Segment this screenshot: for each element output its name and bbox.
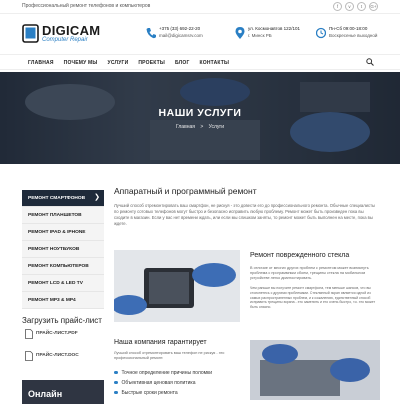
working-hours: Пн-Сб 09:00-18:00 [329,26,368,31]
price-list-heading: Загрузить прайс-лист [22,316,102,325]
computer-repair-image [250,340,380,400]
bullet-label: Точное определение причины поломки [121,370,213,376]
site-header: DIGICAM Computer Repair +375 (33) 692-22… [0,14,400,54]
location-pin-icon [235,27,245,39]
breadcrumb-home[interactable]: Главная [176,124,195,130]
sidebar-item-laptops[interactable]: РЕМОНТ НОУТБУКОВ [22,241,104,258]
nav-item-contacts[interactable]: КОНТАКТЫ [200,60,230,66]
section-intro: Лучший способ отремонтировать ваш смартф… [114,203,376,226]
bullet-icon [114,370,118,375]
price-list-doc-link[interactable]: ПРАЙС-ЛИСТ.DOC [22,349,104,363]
clock-icon [316,27,326,39]
file-label: ПРАЙС-ЛИСТ.PDF [36,331,78,336]
sidebar-item-label: РЕМОНТ НОУТБУКОВ [28,247,80,252]
sidebar-item-label: РЕМОНТ LCD & LED TV [28,281,83,286]
phone-repair-photo [114,250,240,322]
nav-item-home[interactable]: ГЛАВНАЯ [28,60,54,66]
nav-item-blog[interactable]: БЛОГ [175,60,190,66]
twitter-icon[interactable]: t [357,2,366,11]
logo-phone-icon [22,24,39,43]
sidebar-item-ipad-iphone[interactable]: РЕМОНТ IPAD & IPHONE [22,224,104,241]
sidebar-item-label: РЕМОНТ MP3 & MP4 [28,298,76,303]
day-off: Воскресенье выходной [329,33,378,38]
guarantee-bullet: Быстрые сроки ремонта [114,390,178,396]
phone-number[interactable]: +375 (33) 692-22-20 [159,26,200,31]
contact-hours: Пн-Сб 09:00-18:00 Воскресенье выходной [316,26,396,44]
sidebar-item-label: РЕМОНТ СМАРТФОНОВ [28,196,86,201]
file-label: ПРАЙС-ЛИСТ.DOC [36,353,79,358]
nav-item-why-us[interactable]: ПОЧЕМУ МЫ [64,60,98,66]
sidebar-item-label: РЕМОНТ КОМПЬЮТЕРОВ [28,264,89,269]
logo[interactable]: DIGICAM Computer Repair [22,22,112,46]
logo-subtitle: Computer Repair [42,37,88,43]
breadcrumb-separator: > [200,124,204,130]
social-links: f v t G+ [333,2,378,11]
chevron-right-icon: ❯ [94,194,100,201]
section-title: Аппаратный и программный ремонт [114,186,257,196]
nav-item-services[interactable]: УСЛУГИ [108,60,129,66]
sidebar-item-tv[interactable]: РЕМОНТ LCD & LED TV [22,275,104,292]
nav-item-projects[interactable]: ПРОЕКТЫ [138,60,165,66]
glass-repair-text: В отличие от многих других проблем с рем… [250,266,369,280]
page-hero-banner: НАШИ УСЛУГИ Главная > Услуги [0,72,400,164]
google-plus-icon[interactable]: G+ [369,2,378,11]
price-list-pdf-link[interactable]: ПРАЙС-ЛИСТ.PDF [22,327,104,341]
bullet-label: Быстрые сроки ремонта [121,390,178,396]
bullet-icon [114,380,118,385]
contact-phone: +375 (33) 692-22-20 mail@digicamsrv.com [146,26,226,44]
online-widget[interactable]: Онлайн [22,380,104,404]
email-address[interactable]: mail@digicamsrv.com [159,33,203,38]
glass-repair-title: Ремонт поврежденного стекла [250,252,350,259]
guarantee-text: Лучший способ отремонтировать ваш телефо… [114,351,225,360]
facebook-icon[interactable]: f [333,2,342,11]
sidebar-item-tablets[interactable]: РЕМОНТ ПЛАНШЕТОВ [22,207,104,224]
bullet-label: Объективная ценовая политика [121,380,196,386]
vk-icon[interactable]: v [345,2,354,11]
phone-icon [146,28,156,39]
sidebar-item-mp3[interactable]: РЕМОНТ MP3 & MP4 [22,292,104,309]
document-icon [25,351,33,361]
top-bar: Профессиональный ремонт телефонов и комп… [0,0,400,14]
logo-name: DIGICAM [42,23,101,38]
contact-address: ул. Космонавтов 122/101 г. Минск РБ [235,26,315,44]
sidebar-item-smartphones[interactable]: РЕМОНТ СМАРТФОНОВ ❯ [22,190,104,207]
address-city: г. Минск РБ [248,33,272,38]
address-street: ул. Космонавтов 122/101 [248,26,300,31]
services-sidebar: РЕМОНТ СМАРТФОНОВ ❯ РЕМОНТ ПЛАНШЕТОВ РЕМ… [22,190,104,309]
guarantee-title: Наша компания гарантирует [114,339,207,346]
breadcrumb: Главная > Услуги [0,124,400,130]
sidebar-item-computers[interactable]: РЕМОНТ КОМПЬЮТЕРОВ [22,258,104,275]
search-icon[interactable] [366,58,374,66]
main-navigation: ГЛАВНАЯ ПОЧЕМУ МЫ УСЛУГИ ПРОЕКТЫ БЛОГ КО… [0,54,400,70]
document-icon [25,329,33,339]
phone-repair-image [114,250,240,322]
computer-repair-photo [250,340,380,400]
breadcrumb-current: Услуги [208,124,225,130]
bullet-icon [114,390,118,395]
glass-repair-details: Чем раньше вы получите ремонт смартфона,… [250,286,376,310]
sidebar-item-label: РЕМОНТ ПЛАНШЕТОВ [28,213,82,218]
sidebar-item-label: РЕМОНТ IPAD & IPHONE [28,230,86,235]
page-title: НАШИ УСЛУГИ [158,107,242,119]
online-label: Онлайн [28,389,63,399]
guarantee-bullet: Объективная ценовая политика [114,380,195,386]
guarantee-bullet: Точное определение причины поломки [114,370,212,376]
site-tagline: Профессиональный ремонт телефонов и комп… [22,3,151,9]
